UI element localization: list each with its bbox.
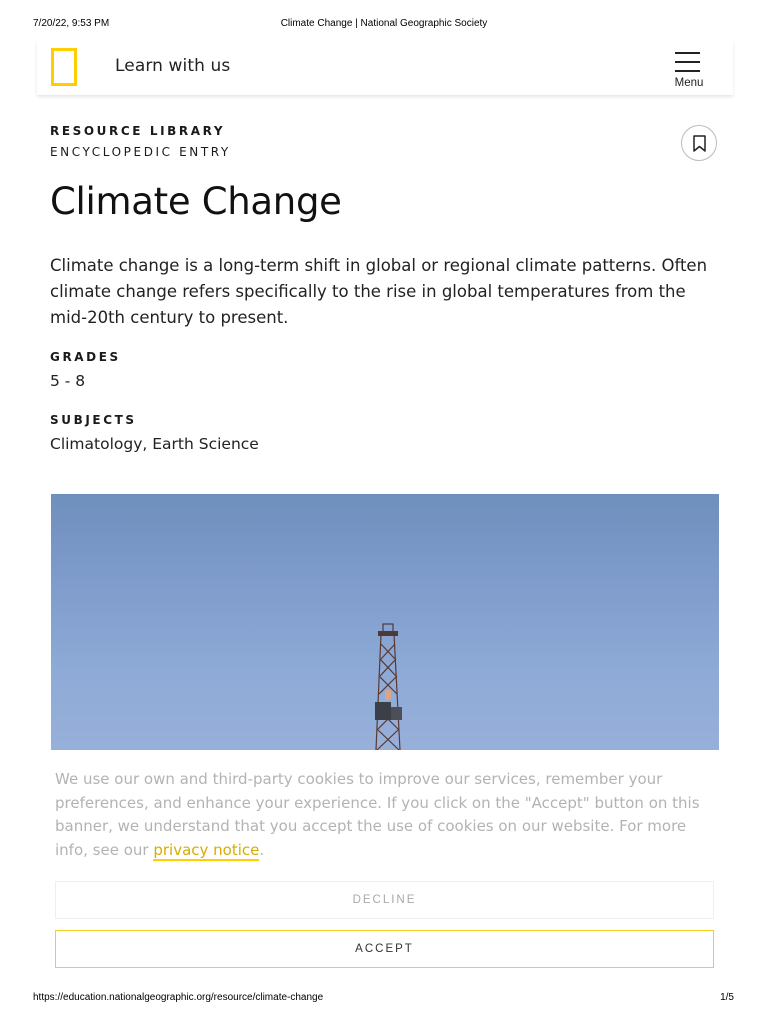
drilling-rig-illustration <box>375 623 402 750</box>
grades-value: 5 - 8 <box>50 372 86 390</box>
print-datetime: 7/20/22, 9:53 PM <box>33 18 110 29</box>
subjects-label: SUBJECTS <box>50 413 137 427</box>
bookmark-button[interactable] <box>681 125 717 161</box>
menu-label: Menu <box>674 77 704 89</box>
menu-button[interactable]: Menu <box>671 50 707 92</box>
cookie-text: We use our own and third-party cookies t… <box>55 768 720 862</box>
decline-button[interactable]: DECLINE <box>55 881 714 919</box>
natgeo-logo-icon[interactable] <box>51 48 77 86</box>
print-page-number: 1/5 <box>720 992 734 1003</box>
content-type-label: ENCYCLOPEDIC ENTRY <box>50 145 231 159</box>
cookie-message: We use our own and third-party cookies t… <box>55 770 700 859</box>
print-url: https://education.nationalgeographic.org… <box>33 992 324 1003</box>
intro-paragraph: Climate change is a long-term shift in g… <box>50 256 708 327</box>
bookmark-icon <box>693 135 706 152</box>
hamburger-icon <box>675 52 700 72</box>
cookie-trailing: . <box>259 840 265 859</box>
site-header: Learn with us Menu <box>37 40 733 95</box>
print-header: 7/20/22, 9:53 PM Climate Change | Nation… <box>0 18 768 32</box>
hero-image <box>51 494 719 750</box>
print-footer: https://education.nationalgeographic.org… <box>0 992 768 1006</box>
resource-library-kicker[interactable]: RESOURCE LIBRARY <box>50 124 225 138</box>
grades-label: GRADES <box>50 350 121 364</box>
accept-button[interactable]: ACCEPT <box>55 930 714 968</box>
page-title: Climate Change <box>50 180 342 223</box>
privacy-notice-link[interactable]: privacy notice <box>153 840 260 861</box>
header-tagline: Learn with us <box>115 56 231 76</box>
subjects-value: Climatology, Earth Science <box>50 435 259 453</box>
print-doc-title: Climate Change | National Geographic Soc… <box>280 18 488 29</box>
